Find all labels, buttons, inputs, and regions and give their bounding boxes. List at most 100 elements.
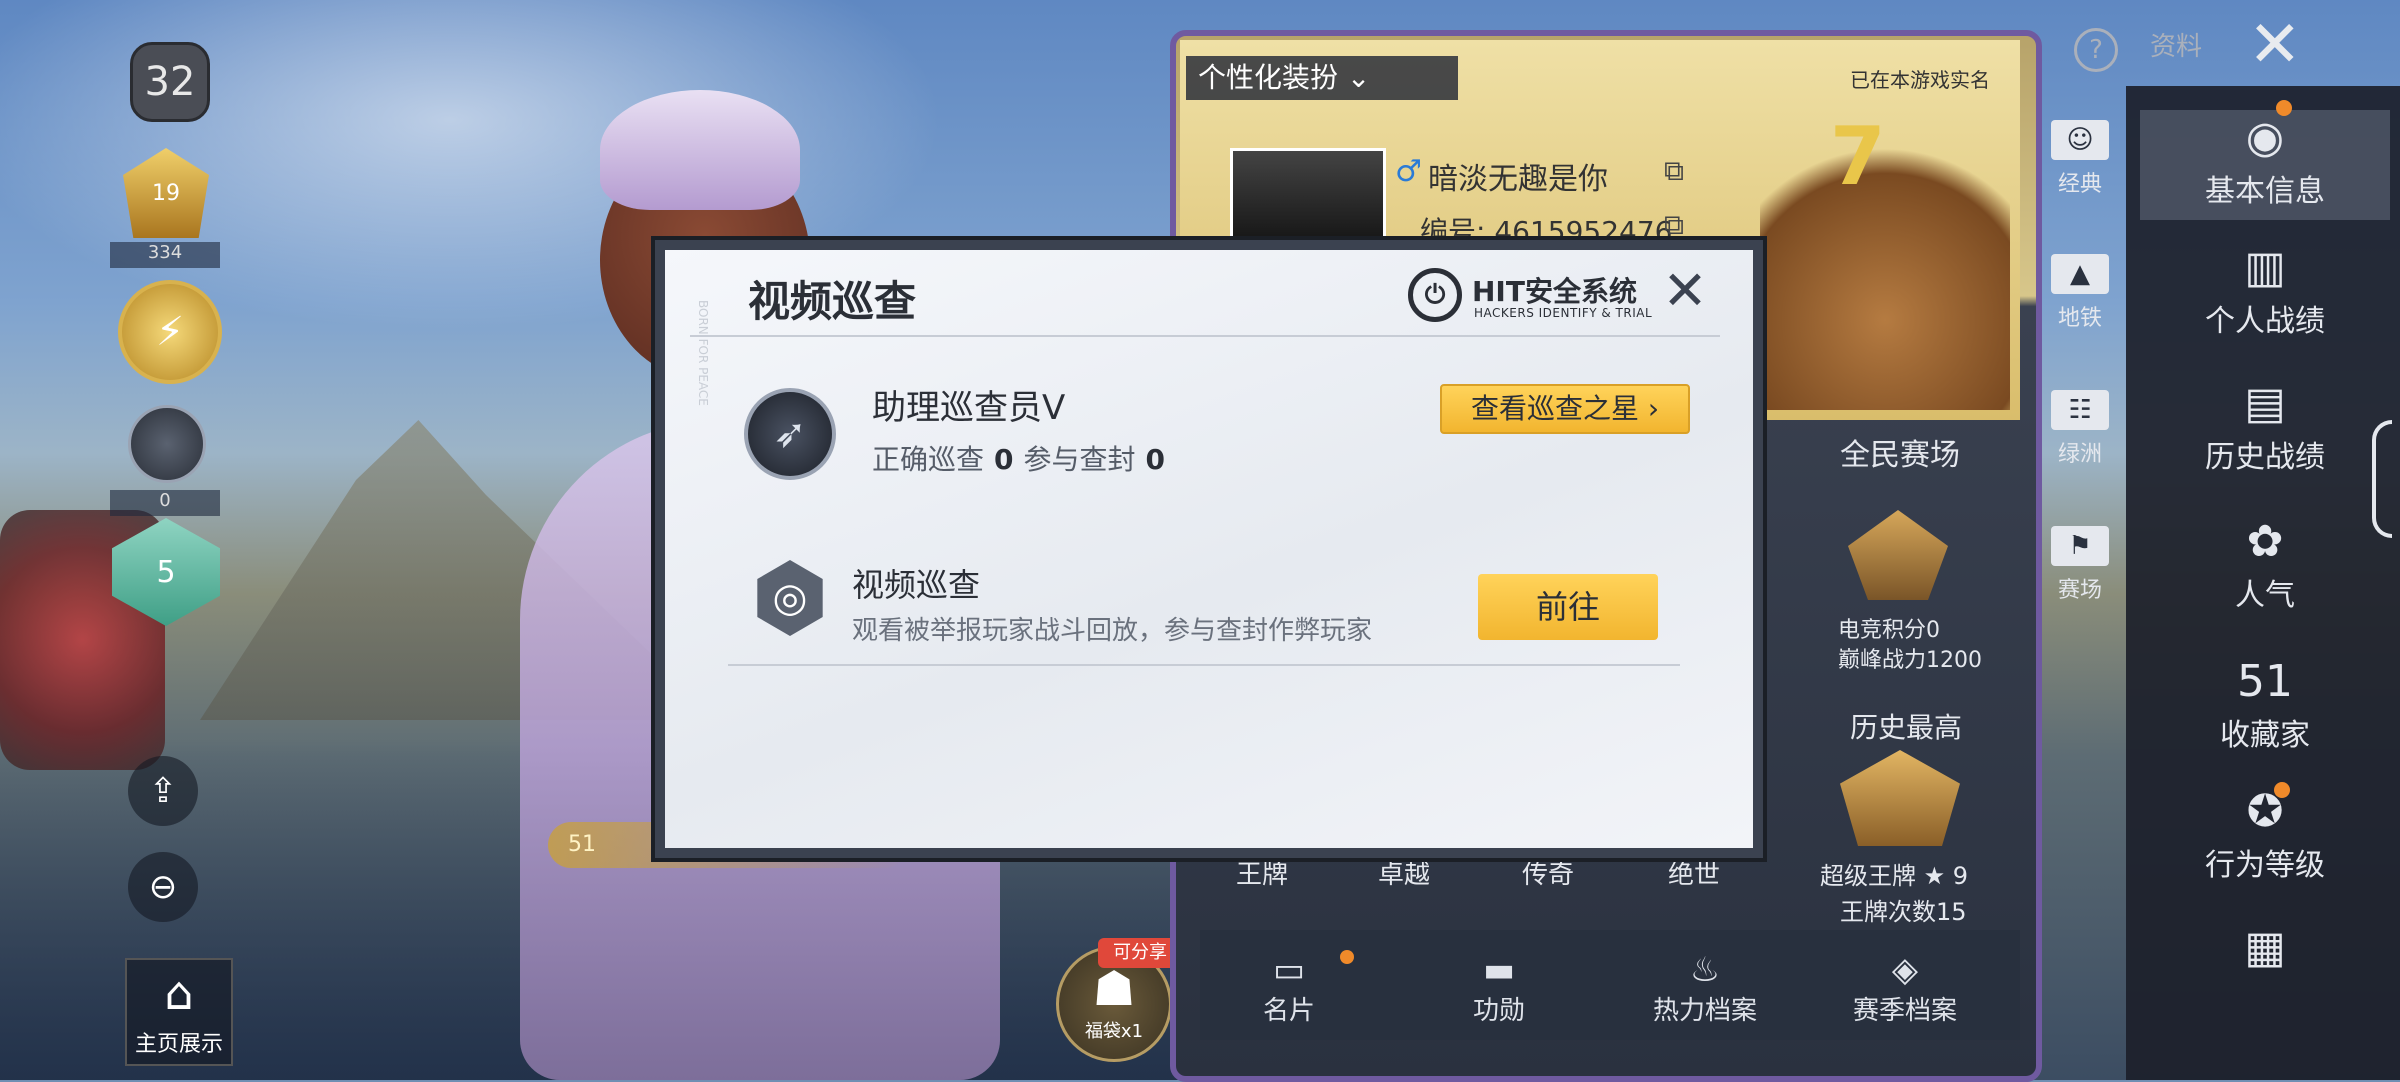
mode-tab-label: 绿洲: [2057, 442, 2102, 467]
dialog-watermark: BORN FOR PEACE: [696, 300, 710, 406]
notification-dot: [2274, 782, 2290, 798]
gift-label: 福袋x1: [1084, 1021, 1144, 1042]
home-icon: ⌂: [164, 966, 194, 1020]
inspector-title: 助理巡查员V: [872, 388, 1066, 428]
hit-security-logo-icon: ⏻: [1408, 268, 1462, 322]
profile-icon: ◉: [2245, 112, 2285, 163]
level-badge[interactable]: 32: [130, 42, 210, 122]
sidebar-item-label: 个人战绩: [2205, 304, 2325, 339]
help-icon[interactable]: ?: [2074, 28, 2118, 72]
tab-season-archive-label: 赛季档案: [1852, 996, 1957, 1026]
chart-icon: ▥: [2244, 242, 2286, 293]
controller-icon: ▬: [1482, 950, 1516, 990]
tier-label: 传奇: [1522, 860, 1575, 890]
profile-top-label: 资料: [2150, 32, 2203, 62]
notification-dot: [2276, 100, 2292, 116]
esport-points: 电竞积分0: [1838, 618, 1940, 643]
super-ace-rank: 超级王牌 ★ 9: [1820, 862, 1969, 890]
dialog-title: 视频巡查: [748, 277, 917, 326]
sidebar-item-label: 行为等级: [2205, 848, 2325, 883]
quanmin-arena-label: 全民赛场: [1840, 438, 1960, 473]
sidebar-item-personal-record[interactable]: ▥ 个人战绩: [2140, 240, 2390, 340]
tier-label: 王牌: [1236, 860, 1289, 890]
home-display-button[interactable]: ⌂ 主页展示: [125, 958, 233, 1066]
sidebar-item-notes[interactable]: ▦: [2140, 920, 2390, 976]
patrol-description: 观看被举报玩家战斗回放，参与查封作弊玩家: [852, 616, 1373, 646]
mode-tab-oasis[interactable]: ☷ 绿洲: [2040, 390, 2120, 468]
mode-tab-classic[interactable]: ☺ 经典: [2040, 120, 2120, 198]
sidebar-item-label: 基本信息: [2205, 174, 2325, 209]
behavior-icon: ✪: [2246, 786, 2284, 837]
id-card-icon: ☷: [2051, 390, 2109, 430]
hit-security-logo-text: HIT安全系统: [1472, 275, 1637, 308]
peak-power: 巅峰战力1200: [1838, 648, 1982, 673]
chevron-right-icon: ›: [1647, 392, 1660, 425]
mode-tab-metro[interactable]: ▲ 地铁: [2040, 254, 2120, 332]
copy-icon[interactable]: ⧉: [1664, 208, 1684, 242]
mountain-icon: ▲: [2051, 254, 2109, 294]
patrol-title: 视频巡查: [852, 566, 981, 604]
sidebar-item-label: 收藏家: [2220, 718, 2310, 753]
mode-tab-arena[interactable]: ⚑ 赛场: [2040, 526, 2120, 604]
user-card-icon: ☺: [2051, 120, 2109, 160]
tab-season-archive[interactable]: ◈ 赛季档案: [1830, 950, 1980, 1027]
go-button[interactable]: 前往: [1478, 574, 1658, 640]
tab-achievement[interactable]: ▬ 功勋: [1424, 950, 1574, 1027]
tier-label: 卓越: [1378, 860, 1431, 890]
correct-label: 正确巡查: [872, 443, 985, 476]
zoom-out-icon[interactable]: ⊖: [128, 852, 198, 922]
sidebar-item-collector[interactable]: 51 收藏家: [2140, 654, 2390, 754]
inspector-stats: 正确巡查 0 参与查封 0: [872, 438, 1175, 478]
mode-tab-label: 经典: [2057, 172, 2102, 197]
view-patrol-star-label: 查看巡查之星: [1470, 392, 1639, 425]
joined-value: 0: [1145, 443, 1165, 476]
home-display-label: 主页展示: [134, 1032, 223, 1057]
player-name: 暗淡无趣是你: [1428, 162, 1608, 197]
rifle-badge-icon[interactable]: [128, 405, 206, 483]
inspector-badge-icon: ➶: [744, 388, 836, 480]
rank-badge-points: 334: [110, 242, 220, 268]
custom-dress-button[interactable]: 个性化装扮 ⌄: [1186, 56, 1458, 100]
correct-value: 0: [994, 443, 1014, 476]
sidebar-item-basic-info[interactable]: ◉ 基本信息: [2140, 110, 2390, 220]
tab-heat-archive-label: 热力档案: [1652, 996, 1757, 1026]
sidebar-item-label: 人气: [2235, 578, 2295, 613]
close-icon[interactable]: ✕: [2248, 8, 2302, 82]
sidebar-item-label: 历史战绩: [2205, 440, 2325, 475]
tab-achievement-label: 功勋: [1472, 996, 1525, 1026]
tier-label: 绝世: [1668, 860, 1721, 890]
close-icon[interactable]: ✕: [1658, 264, 1712, 318]
sidebar-drag-handle[interactable]: [2372, 420, 2392, 538]
view-patrol-star-button[interactable]: 查看巡查之星 ›: [1440, 384, 1690, 434]
sidebar-item-popularity[interactable]: ✿ 人气: [2140, 514, 2390, 614]
collector-icon: 51: [2237, 656, 2293, 707]
document-icon: ▤: [2244, 378, 2286, 429]
joined-label: 参与查封: [1023, 443, 1136, 476]
hit-security-logo-subtitle: HACKERS IDENTIFY & TRIAL: [1474, 306, 1653, 320]
popularity-icon: ✿: [2246, 516, 2284, 567]
video-patrol-dialog: [655, 240, 1763, 858]
tab-card-label: 名片: [1262, 996, 1315, 1026]
realname-status: 已在本游戏实名: [1850, 68, 1990, 92]
ace-count: 王牌次数15: [1840, 898, 1967, 926]
copy-icon[interactable]: ⧉: [1664, 154, 1684, 188]
season-icon: ◈: [1891, 950, 1919, 990]
arena-icon: ⚑: [2051, 526, 2109, 566]
avatar[interactable]: [1230, 148, 1386, 254]
male-gender-icon: ♂: [1395, 154, 1422, 189]
sidebar-item-history-record[interactable]: ▤ 历史战绩: [2140, 376, 2390, 476]
history-high-label: 历史最高: [1850, 711, 1963, 744]
sidebar-item-behavior-level[interactable]: ✪ 行为等级: [2140, 784, 2390, 884]
notes-icon: ▦: [2244, 922, 2286, 973]
lightning-badge-icon[interactable]: ⚡: [118, 280, 222, 384]
divider: [728, 664, 1680, 666]
mode-tab-label: 赛场: [2057, 578, 2102, 603]
divider: [690, 335, 1720, 337]
custom-dress-label: 个性化装扮: [1198, 61, 1339, 94]
flame-icon: ♨: [1689, 950, 1721, 990]
cake-number: 7: [1830, 110, 1886, 203]
notification-dot: [1340, 950, 1354, 964]
share-icon[interactable]: ⇪: [128, 756, 198, 826]
chevron-down-icon: ⌄: [1346, 61, 1371, 94]
tab-heat-archive[interactable]: ♨ 热力档案: [1630, 950, 1780, 1027]
